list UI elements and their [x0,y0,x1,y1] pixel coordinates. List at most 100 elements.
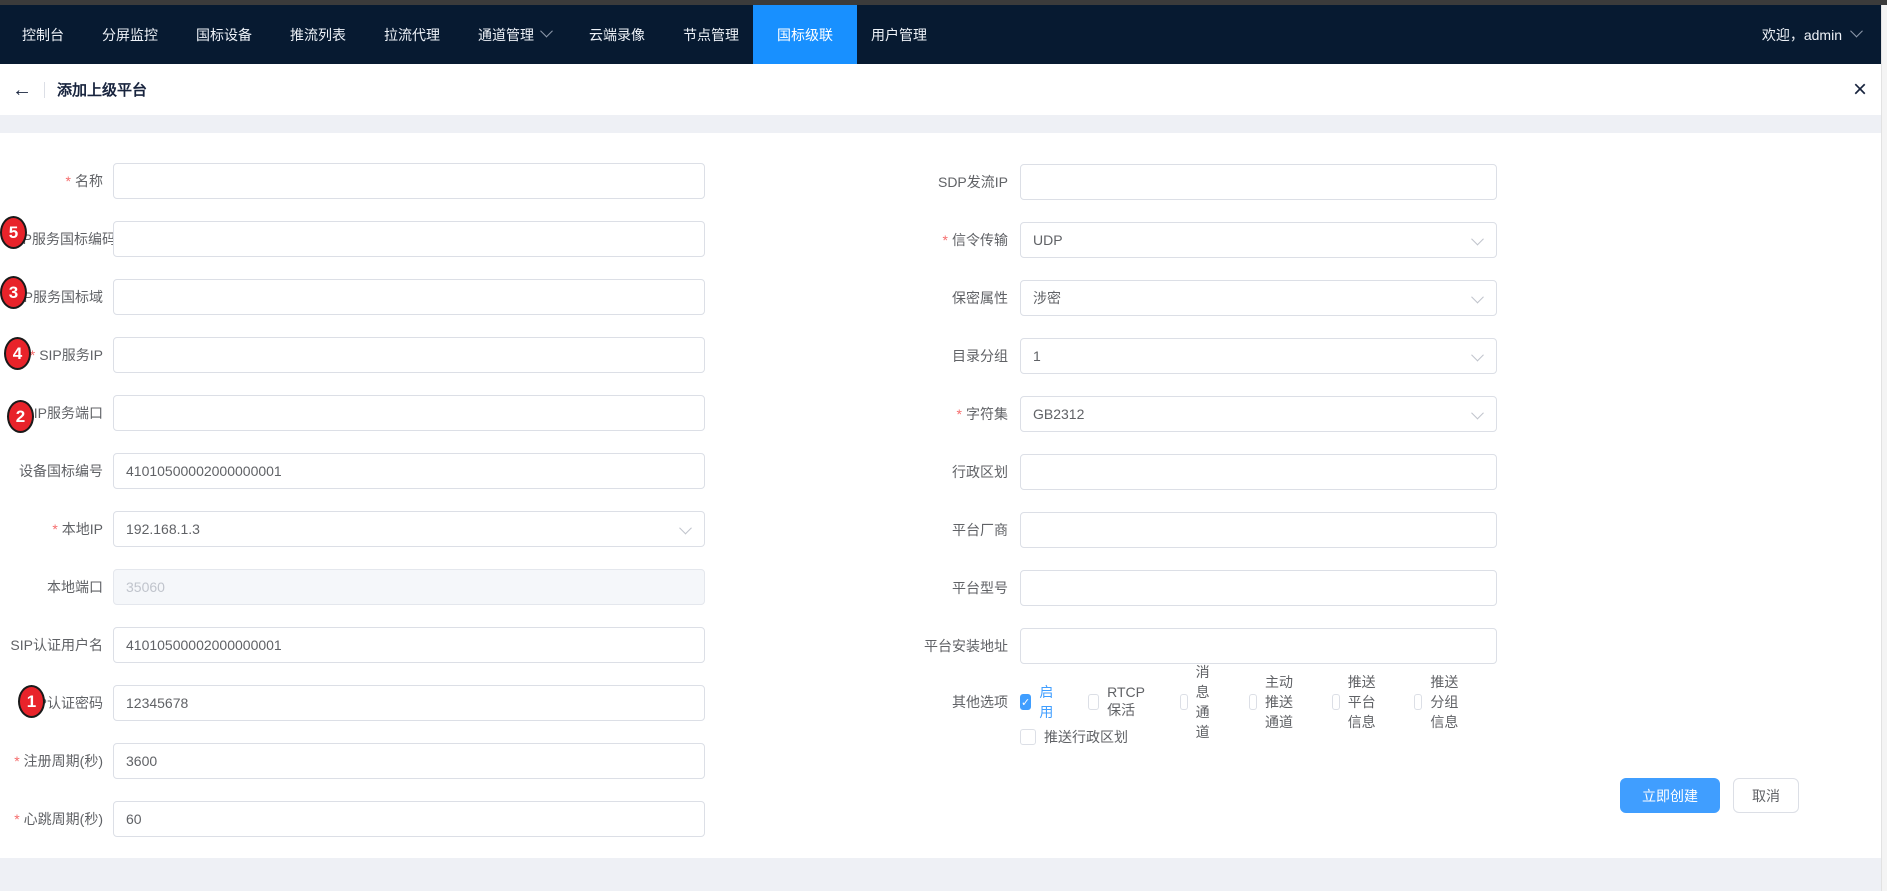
field-label: 行政区划 [952,464,1008,480]
field-label: SDP发流IP [938,174,1008,190]
form-row-sdp-send-ip: *SDP发流IP [0,164,1497,200]
nav-item-gb-cascade[interactable]: 国标级联 [753,5,857,64]
field-label: 保密属性 [952,290,1008,306]
chevron-down-icon [1471,349,1484,362]
directory-group-select[interactable]: 1 [1020,338,1497,374]
check-icon: ✓ [1021,696,1030,709]
welcome-text: 欢迎，admin [1762,25,1842,45]
form-row-platform-address: *平台安装地址 [0,628,1497,664]
field-label: 信令传输 [952,232,1008,248]
checkbox-box: ✓ [1088,694,1099,710]
required-asterisk: * [14,811,19,827]
annotation-badge-1: 1 [18,685,45,718]
checkbox-push-group-info[interactable]: ✓ 推送分组信息 [1414,672,1467,732]
checkbox-box: ✓ [1414,694,1422,710]
platform-address-field[interactable] [1020,628,1497,664]
field-label: 平台厂商 [952,522,1008,538]
checkbox-auto-push-channel[interactable]: ✓ 主动推送通道 [1249,672,1302,732]
checkbox-rtcp-keepalive[interactable]: ✓ RTCP保活 [1088,684,1150,720]
nav-item-push-list[interactable]: 推流列表 [290,5,346,64]
page-title: 添加上级平台 [57,79,147,100]
selected-value: GB2312 [1033,406,1084,422]
chevron-down-icon [1850,25,1863,38]
secrecy-select[interactable]: 涉密 [1020,280,1497,316]
nav-item-gb-devices[interactable]: 国标设备 [196,5,252,64]
chevron-down-icon [1471,233,1484,246]
form-row-heartbeat-period: * 心跳周期(秒) [0,801,705,837]
checkbox-box: ✓ [1020,729,1036,745]
form-row-platform-vendor: *平台厂商 [0,512,1497,548]
checkbox-message-channel[interactable]: ✓ 消息通道 [1180,662,1219,742]
checkbox-label: 推送分组信息 [1430,672,1467,732]
nav-item-node-mgmt[interactable]: 节点管理 [683,5,739,64]
field-label: 目录分组 [952,348,1008,364]
selected-value: 1 [1033,348,1041,364]
admin-region-field[interactable] [1020,454,1497,490]
selected-value: 涉密 [1033,288,1061,308]
form-row-platform-model: *平台型号 [0,570,1497,606]
nav-item-pull-proxy[interactable]: 拉流代理 [384,5,440,64]
other-options-row: 其他选项 ✓ 启用 ✓ RTCP保活 ✓ 消息通道 ✓ 主动推送通道 ✓ 推送平… [0,684,1497,720]
checkbox-enable[interactable]: ✓ 启用 [1020,682,1058,722]
field-label: 其他选项 [952,694,1008,710]
checkbox-label: 推送平台信息 [1348,672,1385,732]
checkbox-label: 消息通道 [1196,662,1219,742]
form-row-register-period: * 注册周期(秒) [0,743,705,779]
annotation-badge-5: 5 [0,216,27,249]
close-button[interactable]: × [1853,78,1867,102]
signal-transport-select[interactable]: UDP [1020,222,1497,258]
page-header: ← 添加上级平台 × [0,64,1881,115]
nav-item-cloud-record[interactable]: 云端录像 [589,5,645,64]
nav-item-console[interactable]: 控制台 [22,5,64,64]
nav-item-channel-mgmt[interactable]: 通道管理 [478,5,551,64]
checkbox-box: ✓ [1332,694,1340,710]
header-divider [44,82,45,98]
form-row-charset: *字符集 GB2312 [0,396,1497,432]
required-asterisk: * [943,232,948,248]
field-label: 平台型号 [952,580,1008,596]
window-top-strip [0,0,1887,5]
chevron-down-icon [1471,291,1484,304]
nav-item-user-mgmt[interactable]: 用户管理 [871,5,927,64]
other-options-row-2: ✓ 推送行政区划 [1008,719,1158,755]
top-navbar: 控制台 分屏监控 国标设备 推流列表 拉流代理 通道管理 云端录像 节点管理 国… [0,5,1881,64]
checkbox-box: ✓ [1249,694,1257,710]
required-asterisk: * [14,753,19,769]
field-label: 字符集 [966,406,1008,422]
form-row-admin-region: *行政区划 [0,454,1497,490]
platform-vendor-field[interactable] [1020,512,1497,548]
required-asterisk: * [957,406,962,422]
nav-items: 控制台 分屏监控 国标设备 推流列表 拉流代理 通道管理 云端录像 节点管理 国… [0,5,965,64]
register-period-field[interactable] [113,743,705,779]
annotation-badge-2: 2 [7,400,34,433]
checkbox-box: ✓ [1020,694,1031,710]
chevron-down-icon [1471,407,1484,420]
annotation-badge-3: 3 [0,276,27,309]
checkbox-label: 推送行政区划 [1044,727,1128,747]
field-label: 注册周期(秒) [24,753,103,769]
checkbox-label: 主动推送通道 [1265,672,1302,732]
charset-select[interactable]: GB2312 [1020,396,1497,432]
checkbox-push-admin-region[interactable]: ✓ 推送行政区划 [1020,727,1128,747]
checkbox-box: ✓ [1180,694,1188,710]
checkbox-label: 启用 [1039,682,1058,722]
user-menu[interactable]: 欢迎，admin [1762,5,1881,64]
form-row-secrecy: *保密属性 涉密 [0,280,1497,316]
checkbox-label: RTCP保活 [1107,684,1150,720]
create-button[interactable]: 立即创建 [1620,778,1720,813]
sdp-send-ip-field[interactable] [1020,164,1497,200]
form-row-directory-group: *目录分组 1 [0,338,1497,374]
checkbox-push-platform-info[interactable]: ✓ 推送平台信息 [1332,672,1385,732]
field-label: 心跳周期(秒) [24,811,103,827]
scrollbar[interactable] [1881,5,1887,891]
heartbeat-period-field[interactable] [113,801,705,837]
cancel-button[interactable]: 取消 [1733,778,1799,813]
chevron-down-icon [540,25,553,38]
annotation-badge-4: 4 [4,337,31,370]
form-card: *名称 *SIP服务国标编码 *SIP服务国标域 *SIP服务IP *SIP服务… [0,133,1881,858]
nav-item-split-screen[interactable]: 分屏监控 [102,5,158,64]
back-button[interactable]: ← [12,80,32,100]
platform-model-field[interactable] [1020,570,1497,606]
form-row-signal-transport: *信令传输 UDP [0,222,1497,258]
selected-value: UDP [1033,232,1063,248]
